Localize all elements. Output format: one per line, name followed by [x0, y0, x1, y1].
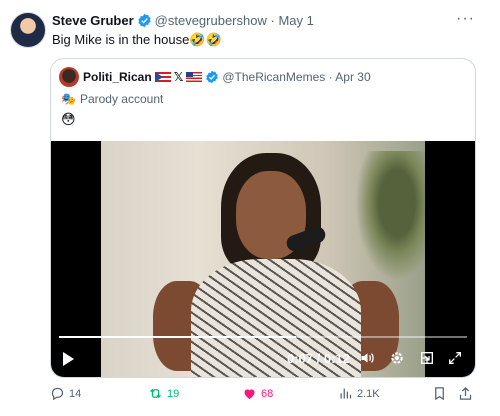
- parody-account-text: Parody account: [79, 92, 164, 106]
- settings-gear-icon[interactable]: [389, 350, 405, 369]
- video-progress-fill: [59, 336, 296, 338]
- separator-dot: ·: [328, 70, 333, 84]
- separator-dot: ·: [270, 13, 275, 28]
- reply-count: 14: [69, 387, 82, 400]
- video-player[interactable]: 0:07 / 0:12: [51, 141, 475, 377]
- author-name[interactable]: Steve Gruber: [52, 13, 134, 28]
- tweet-text: Big Mike is in the house🤣🤣: [52, 32, 222, 47]
- views-chart-icon: [340, 388, 352, 399]
- repost-count: 19: [167, 387, 180, 400]
- quoted-tweet[interactable]: Politi_Rican 𝕏 @TheRicanMemes · Apr 30 🎭 Pa…: [50, 58, 476, 378]
- us-flag-icon: [186, 72, 203, 82]
- quoted-author-name[interactable]: Politi_Rican: [83, 70, 152, 84]
- tweet-date[interactable]: May 1: [278, 13, 313, 28]
- puerto-rico-flag-icon: [154, 72, 171, 82]
- verified-badge-icon: [205, 70, 219, 89]
- parody-account-label: 🎭 Parody account: [61, 92, 163, 106]
- background-plant: [355, 151, 425, 281]
- video-frame: [101, 141, 425, 377]
- quoted-author-avatar[interactable]: [59, 67, 79, 87]
- author-avatar[interactable]: [10, 12, 46, 48]
- view-count: 2.1K: [357, 387, 380, 400]
- author-handle[interactable]: @stevegrubershow: [155, 13, 267, 28]
- reply-icon: [51, 387, 64, 401]
- video-progress-bar[interactable]: [59, 336, 467, 338]
- x-logo-icon: 𝕏: [173, 70, 184, 84]
- volume-icon[interactable]: [359, 350, 376, 369]
- quoted-author-handle[interactable]: @TheRicanMemes: [222, 70, 325, 84]
- quoted-tweet-date[interactable]: Apr 30: [335, 70, 370, 84]
- tweet-actions-bar: 14 19 68 2.1K: [50, 386, 480, 406]
- quoted-tweet-header: Politi_Rican 𝕏 @TheRicanMemes · Apr 30: [83, 68, 371, 89]
- quoted-tweet-text: 😳: [61, 111, 76, 127]
- more-options-icon[interactable]: ···: [456, 10, 475, 28]
- bookmark-button[interactable]: [432, 386, 447, 401]
- reply-button[interactable]: 14: [50, 386, 81, 401]
- share-button[interactable]: [458, 386, 473, 401]
- heart-icon: [244, 389, 255, 400]
- picture-in-picture-icon[interactable]: [419, 350, 435, 369]
- parody-mask-icon: 🎭: [61, 92, 76, 106]
- play-icon[interactable]: [63, 352, 74, 366]
- views-button[interactable]: 2.1K: [338, 386, 380, 401]
- tweet-header: Steve Gruber @stevegrubershow · May 1: [52, 12, 314, 33]
- video-time: 0:07 / 0:12: [287, 351, 350, 366]
- repost-button[interactable]: 19: [148, 386, 179, 401]
- like-button[interactable]: 68: [242, 386, 273, 401]
- verified-badge-icon: [137, 13, 152, 33]
- share-icon: [459, 386, 472, 400]
- bookmark-icon: [435, 387, 444, 401]
- repost-icon: [150, 388, 161, 399]
- like-count: 68: [261, 387, 274, 400]
- fullscreen-icon[interactable]: [447, 350, 463, 369]
